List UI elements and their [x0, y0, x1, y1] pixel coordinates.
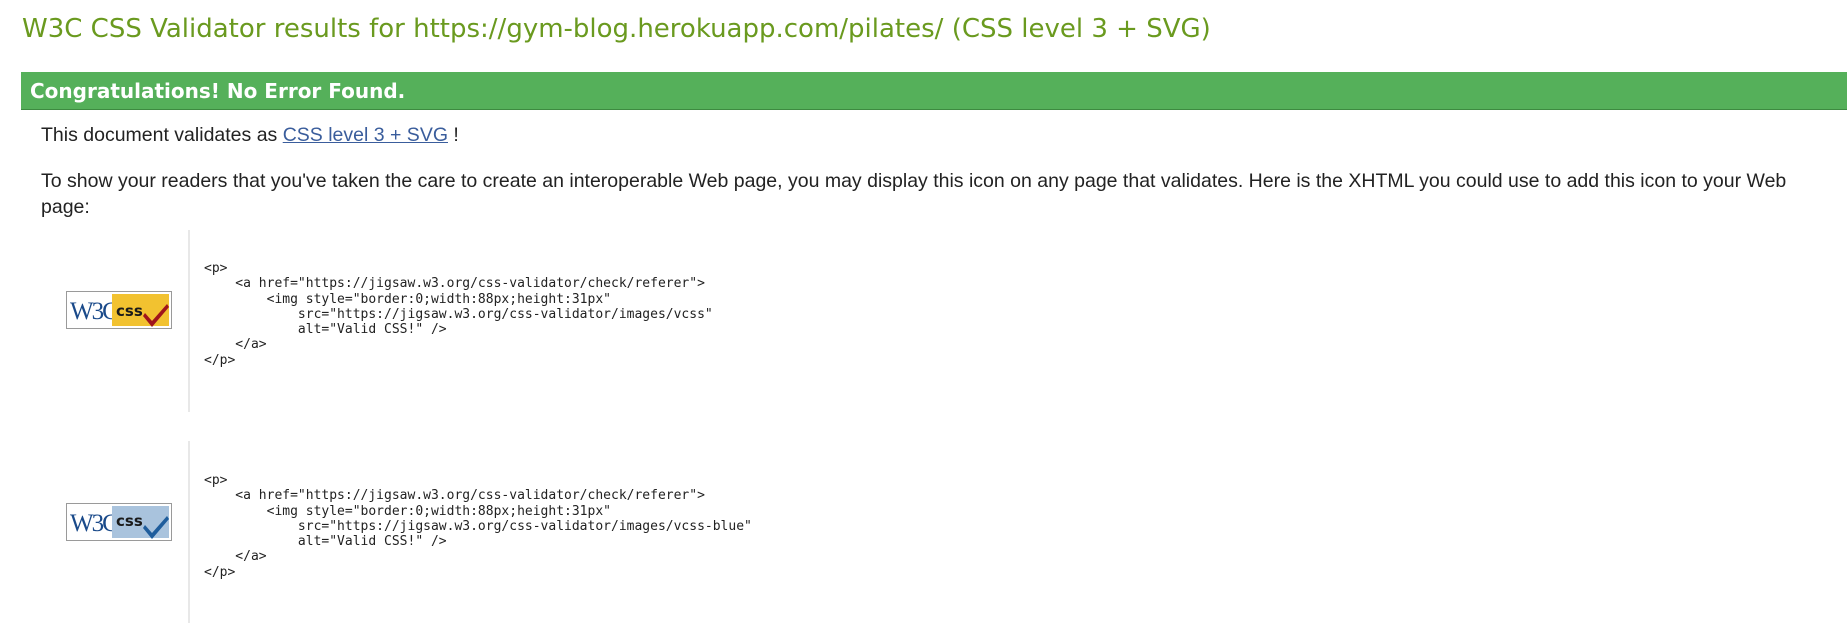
css-profile-link[interactable]: CSS level 3 + SVG	[283, 124, 448, 146]
success-message: Congratulations! No Error Found.	[30, 79, 406, 103]
w3c-logo-text: W3C	[70, 510, 118, 537]
badge-block-gold: W3C css <p> <a href="https://jigsaw.w3.o…	[66, 230, 1766, 412]
badge-code-snippet: <p> <a href="https://jigsaw.w3.org/css-v…	[204, 473, 752, 580]
validation-prefix: This document validates as	[41, 124, 283, 146]
success-banner: Congratulations! No Error Found.	[21, 72, 1847, 110]
w3c-logo-text: W3C	[70, 298, 118, 325]
validation-statement: This document validates as CSS level 3 +…	[41, 122, 459, 148]
w3c-css-badge-blue: W3C css	[66, 503, 172, 541]
badge-info-text: To show your readers that you've taken t…	[41, 170, 1787, 218]
badge-code-snippet: <p> <a href="https://jigsaw.w3.org/css-v…	[204, 261, 713, 368]
w3c-css-badge-gold: W3C css	[66, 291, 172, 329]
badge-label: css	[116, 512, 143, 530]
badge-label: css	[116, 302, 143, 320]
code-divider	[188, 230, 190, 412]
code-divider	[188, 441, 190, 623]
validation-suffix: !	[448, 124, 459, 146]
badge-block-blue: W3C css <p> <a href="https://jigsaw.w3.o…	[66, 441, 1766, 623]
page-title: W3C CSS Validator results for https://gy…	[22, 14, 1211, 44]
